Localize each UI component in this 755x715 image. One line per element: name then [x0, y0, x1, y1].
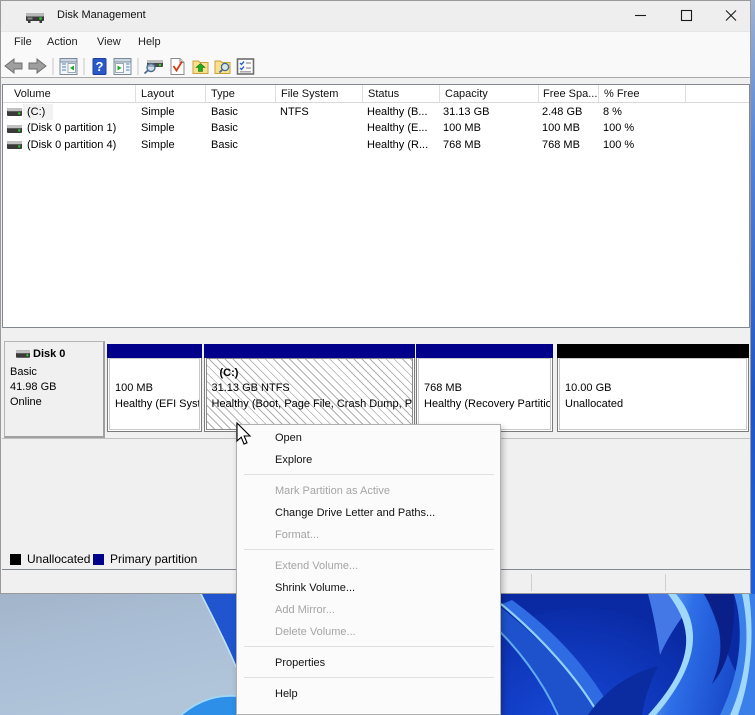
svg-text:?: ?: [96, 59, 104, 74]
